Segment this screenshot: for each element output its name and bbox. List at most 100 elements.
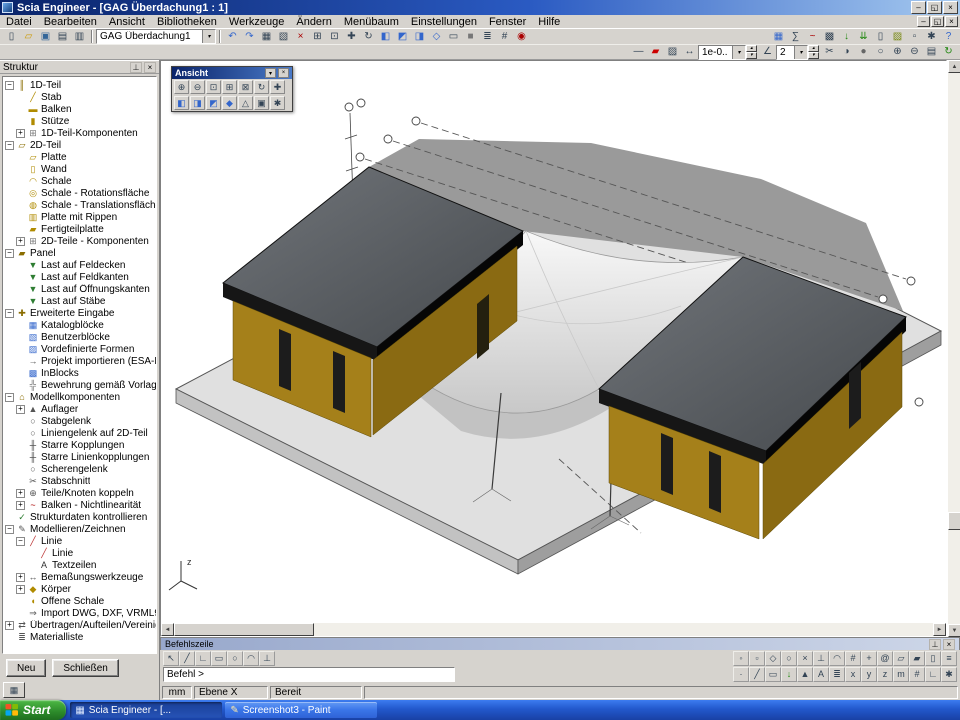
- tree-item[interactable]: →Projekt importieren (ESA-Datei): [5, 355, 156, 367]
- befehlszeile-pin-button[interactable]: ⊥: [929, 639, 941, 650]
- scroll-up-button[interactable]: ▲: [948, 60, 960, 73]
- panel-close-button[interactable]: ×: [144, 62, 156, 73]
- ansicht-close-button[interactable]: ×: [278, 68, 289, 78]
- start-button[interactable]: Start: [0, 700, 66, 720]
- line-style-button[interactable]: —: [630, 45, 647, 59]
- tree-expand-toggle[interactable]: −: [5, 309, 14, 318]
- close-button[interactable]: ×: [943, 1, 958, 14]
- rect-draw-button[interactable]: ▭: [211, 651, 227, 666]
- tree-item[interactable]: ◎Schale - Rotationsfläche: [5, 187, 156, 199]
- render-button[interactable]: ■: [462, 30, 479, 44]
- ansicht-caption[interactable]: Ansicht ▾ ×: [172, 67, 292, 79]
- hscroll-track[interactable]: [174, 623, 933, 636]
- load-case-button[interactable]: ↓: [838, 30, 855, 44]
- tree-item[interactable]: ATextzeilen: [5, 559, 156, 571]
- menu-bearbeiten[interactable]: Bearbeiten: [38, 15, 103, 29]
- menu-menbaum[interactable]: Menübaum: [338, 15, 405, 29]
- view-x-button[interactable]: ◧: [174, 96, 189, 110]
- tree-item[interactable]: ╫Starre Kopplungen: [5, 439, 156, 451]
- view-settings-button[interactable]: ✱: [270, 96, 285, 110]
- zoom-all-button[interactable]: ⊞: [222, 80, 237, 94]
- tree-item[interactable]: +~Balken - Nichtlinearität: [5, 499, 156, 511]
- count-spin-up-button[interactable]: ▴: [808, 45, 819, 52]
- menu-fenster[interactable]: Fenster: [483, 15, 532, 29]
- menu-werkzeuge[interactable]: Werkzeuge: [223, 15, 290, 29]
- units-indicator[interactable]: mm: [162, 686, 192, 699]
- tree-item[interactable]: ▥Platte mit Rippen: [5, 211, 156, 223]
- tree-item[interactable]: −▱2D-Teil: [5, 139, 156, 151]
- vertical-scrollbar[interactable]: ▲ ▼: [947, 60, 960, 637]
- clip-box-button[interactable]: ▣: [254, 96, 269, 110]
- tree-item[interactable]: −▰Panel: [5, 247, 156, 259]
- polyline-button[interactable]: ∟: [195, 651, 211, 666]
- zoom-window-button[interactable]: ⊡: [206, 80, 221, 94]
- tree-item[interactable]: +⊕Teile/Knoten koppeln: [5, 487, 156, 499]
- tree-item[interactable]: +⇄Übertragen/Aufteilen/Vereinigen: [5, 619, 156, 631]
- minimize-button[interactable]: –: [911, 1, 926, 14]
- tree-item[interactable]: ▼Last auf Öffnungskanten: [5, 283, 156, 295]
- taskbar-task-1[interactable]: ▦Scia Engineer - [...: [70, 702, 222, 718]
- snap-endpoint-button[interactable]: ▫: [749, 651, 765, 666]
- hatch-button[interactable]: ▨: [664, 45, 681, 59]
- rotate-button[interactable]: ↻: [360, 30, 377, 44]
- befehlszeile-close-button[interactable]: ×: [943, 639, 955, 650]
- coord-rel-button[interactable]: @: [877, 651, 893, 666]
- print-button[interactable]: ▤: [54, 30, 71, 44]
- tree-item[interactable]: ≣Materialliste: [5, 631, 156, 643]
- lock-y-button[interactable]: y: [861, 667, 877, 682]
- paste-button[interactable]: ▧: [275, 30, 292, 44]
- menu-hilfe[interactable]: Hilfe: [532, 15, 566, 29]
- project-combo-dropdown-icon[interactable]: ▾: [202, 30, 215, 43]
- tree-item[interactable]: ✓Strukturdaten kontrollieren: [5, 511, 156, 523]
- befehlszeile-caption[interactable]: Befehlszeile ⊥ ×: [160, 637, 960, 650]
- tree-expand-toggle[interactable]: +: [16, 405, 25, 414]
- menu-bibliotheken[interactable]: Bibliotheken: [151, 15, 223, 29]
- wireframe-button[interactable]: ▭: [445, 30, 462, 44]
- tree-item[interactable]: −║1D-Teil: [5, 79, 156, 91]
- schliessen-button[interactable]: Schließen: [52, 659, 118, 677]
- coord-abs-button[interactable]: +: [861, 651, 877, 666]
- tree-item[interactable]: ▬Balken: [5, 103, 156, 115]
- tree-item[interactable]: ▯Wand: [5, 163, 156, 175]
- tree-item[interactable]: ○Scherengelenk: [5, 463, 156, 475]
- snap-button[interactable]: ◉: [513, 30, 530, 44]
- document-button[interactable]: ▯: [872, 30, 889, 44]
- command-input[interactable]: [163, 667, 455, 682]
- open-button[interactable]: ▱: [20, 30, 37, 44]
- undo-button[interactable]: ↶: [224, 30, 241, 44]
- solid-button[interactable]: ●: [855, 45, 872, 59]
- grid-toggle-button[interactable]: #: [909, 667, 925, 682]
- tree-item[interactable]: ⇒Import DWG, DXF, VRML97: [5, 607, 156, 619]
- refresh-button[interactable]: ↻: [940, 45, 957, 59]
- neu-button[interactable]: Neu: [6, 659, 46, 677]
- wire-button[interactable]: ○: [872, 45, 889, 59]
- rotate-view-button[interactable]: ↻: [254, 80, 269, 94]
- tree-item[interactable]: ╫Starre Linienkopplungen: [5, 451, 156, 463]
- plane-yz-button[interactable]: ▯: [925, 651, 941, 666]
- tree-item[interactable]: +⊞1D-Teil-Komponenten: [5, 127, 156, 139]
- menu-datei[interactable]: Datei: [0, 15, 38, 29]
- restore-button[interactable]: ◱: [927, 1, 942, 14]
- filter-nodes-button[interactable]: ·: [733, 667, 749, 682]
- mesh-button[interactable]: ▩: [821, 30, 838, 44]
- angle-button[interactable]: ∠: [759, 45, 776, 59]
- filter-text-button[interactable]: A: [813, 667, 829, 682]
- project-combo[interactable]: GAG Überdachung1 ▾: [96, 29, 216, 44]
- shade-button[interactable]: ◑: [838, 45, 855, 59]
- menu-ansicht[interactable]: Ansicht: [103, 15, 151, 29]
- scale-spin-up-button[interactable]: ▴: [746, 45, 757, 52]
- clip-button[interactable]: ✂: [821, 45, 838, 59]
- ansicht-dropdown-button[interactable]: ▾: [265, 68, 276, 78]
- filter-supports-button[interactable]: ▲: [797, 667, 813, 682]
- results-button[interactable]: ~: [804, 30, 821, 44]
- units-button[interactable]: m: [893, 667, 909, 682]
- tree-item[interactable]: ╬Bewehrung gemäß Vorlage: [5, 379, 156, 391]
- tree-item[interactable]: ○Stabgelenk: [5, 415, 156, 427]
- ortho-button[interactable]: ⊥: [259, 651, 275, 666]
- image-button[interactable]: ▨: [889, 30, 906, 44]
- zoom-in-button[interactable]: ⊕: [174, 80, 189, 94]
- combination-button[interactable]: ⇊: [855, 30, 872, 44]
- struktur-caption[interactable]: Struktur ⊥ ×: [0, 60, 159, 74]
- zoom-out-button[interactable]: ⊖: [190, 80, 205, 94]
- tree-expand-toggle[interactable]: −: [5, 81, 14, 90]
